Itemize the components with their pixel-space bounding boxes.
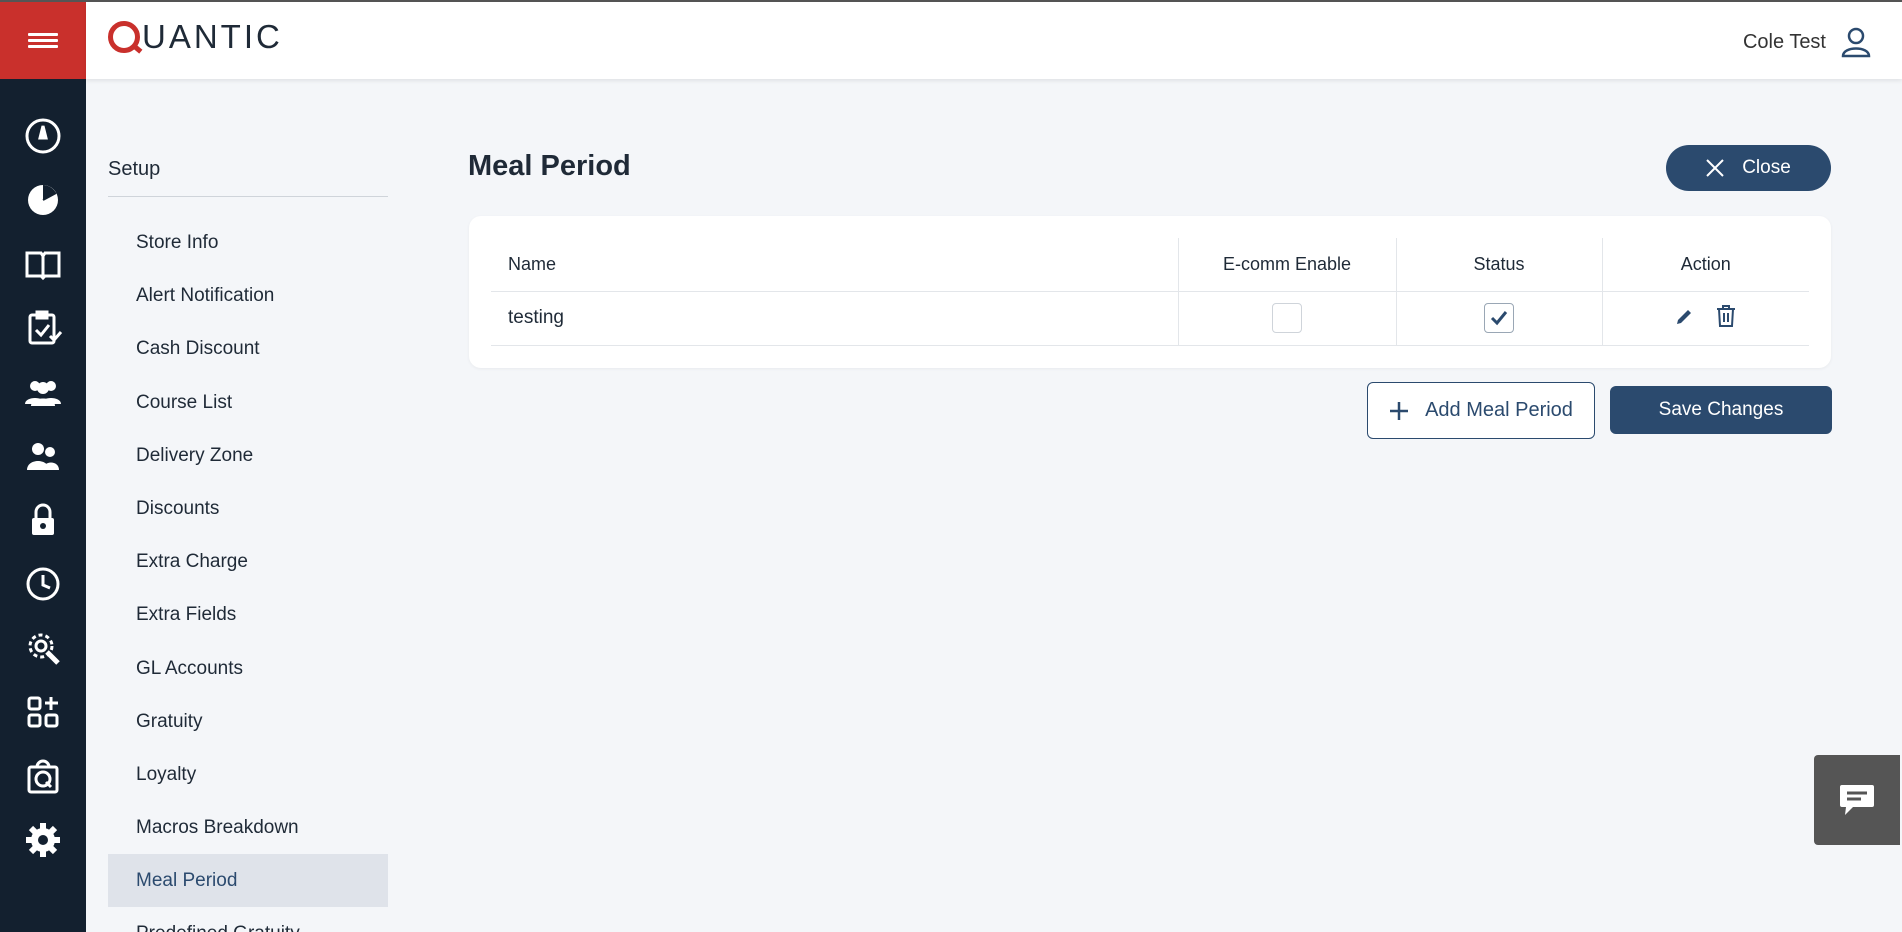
store-nav[interactable] <box>0 744 86 808</box>
chat-icon <box>1840 785 1874 815</box>
store-icon <box>27 759 59 794</box>
time-nav[interactable] <box>0 552 86 616</box>
delete-button[interactable] <box>1715 304 1737 328</box>
sidebar-divider <box>108 196 388 197</box>
meal-period-card: Name E-comm Enable Status Action testing <box>469 216 1831 368</box>
people-icon <box>25 381 61 406</box>
orders-nav[interactable] <box>0 296 86 360</box>
table-header-row: Name E-comm Enable Status Action <box>491 238 1809 292</box>
settings-wrench-icon <box>28 633 60 665</box>
sidebar-item-discounts[interactable]: Discounts <box>108 482 388 535</box>
book-icon <box>25 251 61 281</box>
menu-toggle-button[interactable] <box>0 2 86 79</box>
sidebar-item-gratuity[interactable]: Gratuity <box>108 695 388 748</box>
column-header-status: Status <box>1396 238 1603 292</box>
security-nav[interactable] <box>0 488 86 552</box>
sidebar-item-course-list[interactable]: Course List <box>108 376 388 429</box>
action-cell <box>1602 291 1809 346</box>
customers-nav[interactable] <box>0 360 86 424</box>
logo-text: UANTIC <box>142 18 283 55</box>
settings-nav[interactable] <box>0 808 86 872</box>
pie-chart-icon <box>28 185 58 215</box>
status-cell <box>1396 291 1603 346</box>
integrations-nav[interactable] <box>0 680 86 744</box>
plus-icon <box>1390 401 1409 420</box>
pencil-icon <box>1676 310 1691 324</box>
sidebar-item-predefined-gratuity[interactable]: Predefined Gratuity <box>108 907 388 932</box>
sidebar-item-extra-charge[interactable]: Extra Charge <box>108 535 388 588</box>
sidebar-item-store-info[interactable]: Store Info <box>108 216 388 269</box>
gauge-icon <box>25 118 61 154</box>
sidebar-item-delivery-zone[interactable]: Delivery Zone <box>108 429 388 482</box>
column-header-name: Name <box>491 238 1179 292</box>
sidebar-item-macros-breakdown[interactable]: Macros Breakdown <box>108 801 388 854</box>
table-row: testing <box>491 291 1809 346</box>
sidebar-title: Setup <box>108 158 161 180</box>
page-title: Meal Period <box>468 150 631 182</box>
user-menu[interactable]: Cole Test <box>1743 26 1872 58</box>
trash-icon <box>1716 305 1735 327</box>
clipboard-check-icon <box>28 310 63 345</box>
hamburger-icon <box>28 30 58 51</box>
tools-nav[interactable] <box>0 616 86 680</box>
status-checkbox[interactable] <box>1484 303 1514 333</box>
edit-button[interactable] <box>1675 306 1695 326</box>
icon-rail <box>0 2 86 932</box>
add-meal-period-button[interactable]: Add Meal Period <box>1367 382 1595 439</box>
sidebar-item-cash-discount[interactable]: Cash Discount <box>108 322 388 375</box>
column-header-ecomm-enable: E-comm Enable <box>1178 238 1397 292</box>
gear-icon <box>26 823 60 857</box>
employees-nav[interactable] <box>0 424 86 488</box>
user-icon <box>1841 27 1871 58</box>
close-button[interactable]: Close <box>1666 145 1831 191</box>
column-header-action: Action <box>1602 238 1809 292</box>
logo-q-mark <box>108 21 140 53</box>
checkmark-icon <box>1490 311 1508 326</box>
reports-nav[interactable] <box>0 168 86 232</box>
sidebar-item-extra-fields[interactable]: Extra Fields <box>108 588 388 641</box>
quantic-logo[interactable]: UANTIC <box>108 18 283 56</box>
meal-period-name: testing <box>491 291 1179 346</box>
employees-icon <box>27 443 59 470</box>
close-button-label: Close <box>1742 157 1791 178</box>
sidebar-item-gl-accounts[interactable]: GL Accounts <box>108 642 388 695</box>
meal-period-table: Name E-comm Enable Status Action testing <box>491 238 1809 346</box>
chat-widget-button[interactable] <box>1814 755 1900 845</box>
add-meal-period-label: Add Meal Period <box>1425 399 1573 421</box>
dashboard-nav[interactable] <box>0 104 86 168</box>
sidebar-item-meal-period[interactable]: Meal Period <box>108 854 388 908</box>
save-changes-button[interactable]: Save Changes <box>1610 386 1832 434</box>
lock-icon <box>32 503 54 535</box>
user-name: Cole Test <box>1742 30 1826 53</box>
setup-menu: Store Info Alert Notification Cash Disco… <box>108 216 388 932</box>
sidebar-item-alert-notification[interactable]: Alert Notification <box>108 269 388 322</box>
clock-icon <box>26 567 60 601</box>
apps-add-icon <box>27 696 59 728</box>
ecomm-enable-cell <box>1178 291 1397 346</box>
sidebar-item-loyalty[interactable]: Loyalty <box>108 748 388 801</box>
close-icon <box>1706 159 1724 177</box>
top-header: UANTIC Cole Test <box>86 2 1902 79</box>
menu-nav[interactable] <box>0 232 86 296</box>
ecomm-enable-checkbox[interactable] <box>1272 303 1302 333</box>
